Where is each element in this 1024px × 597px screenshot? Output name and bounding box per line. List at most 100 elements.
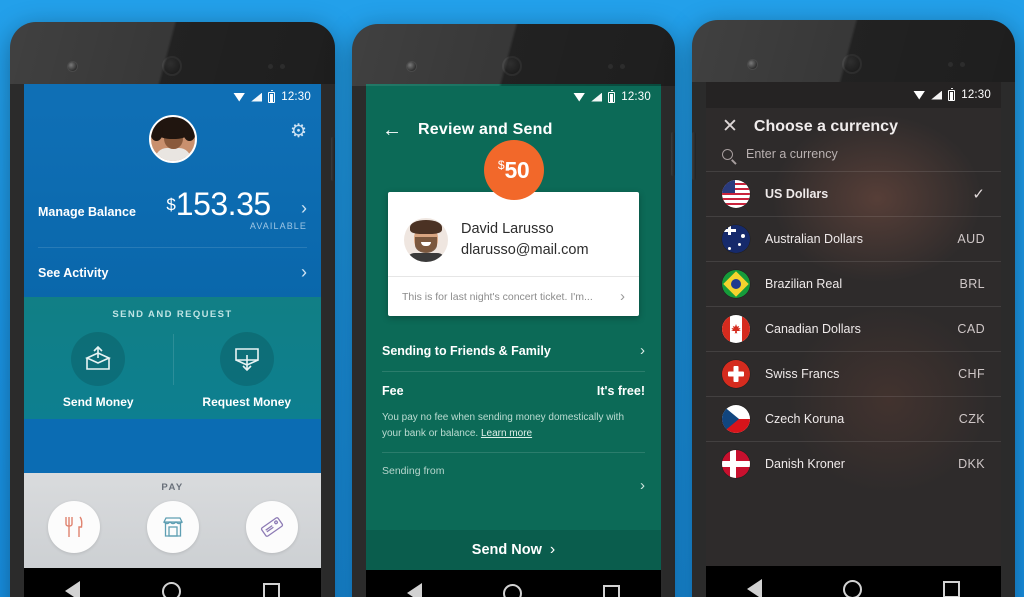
restaurant-icon [64,516,82,537]
check-icon: ✓ [972,186,985,203]
signal-icon [591,92,603,102]
pay-items [24,493,321,553]
sending-from-chevron-wrap: › [382,477,645,494]
avatar[interactable] [148,115,197,163]
power-button[interactable] [331,137,335,181]
battery-icon [948,87,956,101]
currency-code: CHF [958,367,985,381]
see-activity-row[interactable]: See Activity › [24,248,321,287]
currency-name: Danish Kroner [765,457,845,471]
currency-name: Czech Koruna [765,412,845,426]
wifi-icon [233,93,245,102]
payment-card-zone: $ 50 David Larusso dlarusso@mail.com Thi… [366,140,661,316]
power-button[interactable] [692,132,696,180]
sensor-icon [268,64,290,69]
request-money-icon [219,332,274,387]
recents-icon[interactable] [603,584,621,597]
back-icon[interactable] [406,583,422,597]
back-arrow-icon[interactable]: ← [382,120,402,140]
flag-ca-icon [722,315,750,343]
camera-icon [68,62,77,71]
sending-to-row[interactable]: Sending to Friends & Family › [382,330,645,371]
earpiece-icon [502,56,522,76]
back-icon[interactable] [65,581,80,597]
currency-code: AUD [957,232,985,246]
action-tiles: Send Money Request Money [24,320,321,409]
search-input[interactable]: Enter a currency [746,147,838,161]
send-now-label: Send Now [471,542,542,558]
phone1-screen: 12:30 ⚙ Manage Balance $ 153.35 › AVAILA… [24,84,321,597]
ticket-tag-icon [260,517,283,537]
currency-code: BRL [959,277,985,291]
chevron-right-icon: › [301,198,307,219]
fee-detail: You pay no fee when sending money domest… [382,410,645,452]
flag-br-icon [722,270,750,298]
phone-device-currency: 12:30 ✕ Choose a currency Enter a curren… [692,20,1015,597]
send-money-label: Send Money [62,395,134,410]
sensor-icon [608,64,630,69]
pay-item-restaurant[interactable] [47,501,100,553]
fee-value: It's free! [596,384,645,398]
review-header: ← Review and Send [366,110,661,140]
pay-item-ticket[interactable] [245,501,298,553]
request-money-label: Request Money [202,395,292,410]
request-money-tile[interactable]: Request Money [172,320,322,410]
currency-row-au[interactable]: Australian Dollars AUD [706,216,1001,261]
home-icon[interactable] [842,579,862,597]
currency-symbol: $ [166,195,176,214]
currency-row-dk[interactable]: Danish Kroner DKK [706,441,1001,486]
flag-cz-icon [722,405,750,433]
sending-from-row[interactable]: Sending from [382,453,645,477]
currency-header: ✕ Choose a currency [706,108,1001,143]
avatar-row [24,110,321,163]
recipient-avatar [404,218,448,262]
flag-dk-icon [722,450,750,478]
status-bar: 12:30 [24,84,321,110]
storefront-icon [162,517,183,537]
recipient-row: David Larusso dlarusso@mail.com [388,192,639,276]
currency-row-br[interactable]: Brazilian Real BRL [706,261,1001,306]
currency-row-ca[interactable]: Canadian Dollars CAD [706,306,1001,351]
available-label: AVAILABLE [249,221,307,232]
note-row[interactable]: This is for last night's concert ticket.… [388,276,639,316]
close-icon[interactable]: ✕ [722,117,738,136]
chevron-right-icon: › [301,262,307,283]
fee-label: Fee [382,384,404,398]
badge-amount: 50 [504,156,530,183]
send-money-tile[interactable]: Send Money [24,320,173,409]
back-icon[interactable] [746,579,762,597]
chevron-right-icon: › [549,541,556,558]
currency-search[interactable]: Enter a currency [706,143,1001,171]
pay-item-store[interactable] [146,501,199,553]
currency-row-ch[interactable]: Swiss Francs CHF [706,351,1001,396]
home-icon[interactable] [502,583,522,597]
currency-row-us[interactable]: US Dollars ✓ [706,171,1001,216]
signal-icon [931,90,943,100]
pay-section: PAY [24,473,321,568]
recipient-card: David Larusso dlarusso@mail.com This is … [388,192,639,316]
flag-au-icon [722,225,750,253]
currency-list: US Dollars ✓ Australian Dollars AUD Braz… [706,171,1001,486]
phone2-screen: 12:30 ← Review and Send $ 50 David Larus… [366,84,661,597]
badge-currency: $ [497,158,505,172]
recents-icon[interactable] [263,582,280,597]
currency-row-cz[interactable]: Czech Koruna CZK [706,396,1001,441]
recents-icon[interactable] [943,580,961,597]
camera-icon [407,62,416,71]
currency-code: CZK [958,412,985,426]
note-text: This is for last night's concert ticket.… [402,290,593,303]
power-button[interactable] [671,132,675,176]
learn-more-link[interactable]: Learn more [481,428,532,439]
fee-row: Fee It's free! [382,372,645,410]
manage-balance-row[interactable]: Manage Balance $ 153.35 › [24,188,321,220]
phone3-bezel [692,20,1015,82]
status-time: 12:30 [281,91,311,103]
home-icon[interactable] [162,581,181,597]
send-now-button[interactable]: Send Now › [366,530,661,570]
signal-icon [251,92,263,102]
recipient-email: dlarusso@mail.com [461,242,589,258]
gear-icon[interactable]: ⚙ [290,122,307,141]
chevron-right-icon: › [640,477,645,494]
status-time: 12:30 [621,91,651,103]
send-request-section: SEND AND REQUEST Send Money Request Mone… [24,297,321,420]
